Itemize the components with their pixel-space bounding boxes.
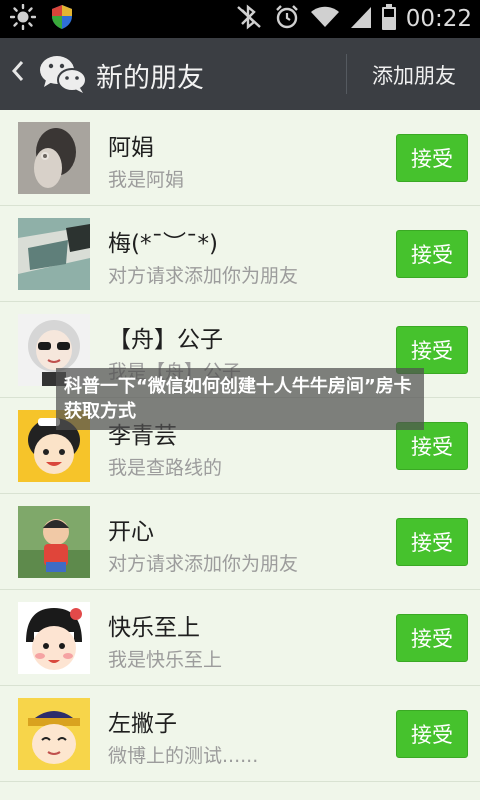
avatar[interactable]: [18, 698, 90, 770]
wechat-logo-icon[interactable]: [38, 54, 88, 98]
friend-name: 开心: [108, 519, 154, 545]
accept-button[interactable]: 接受: [396, 326, 468, 374]
add-friend-button[interactable]: 添加朋友: [372, 60, 456, 90]
friend-name: 阿娟: [108, 135, 154, 161]
friend-message: 对方请求添加你为朋友: [108, 553, 299, 575]
avatar[interactable]: [18, 602, 90, 674]
signal-icon: [350, 5, 372, 33]
avatar[interactable]: [18, 122, 90, 194]
accept-button[interactable]: 接受: [396, 614, 468, 662]
alarm-icon: [274, 4, 300, 34]
friend-name: 快乐至上: [108, 615, 200, 641]
accept-button[interactable]: 接受: [396, 518, 468, 566]
accept-button[interactable]: 接受: [396, 134, 468, 182]
overlay-text: 科普一下“微信如何创建十人牛牛房间”房卡获取方式: [64, 376, 412, 422]
avatar[interactable]: [18, 218, 90, 290]
friend-request-row[interactable]: 快乐至上 我是快乐至上 接受: [0, 590, 480, 686]
accept-button[interactable]: 接受: [396, 230, 468, 278]
page-title: 新的朋友: [96, 63, 204, 94]
back-icon[interactable]: [10, 58, 26, 91]
friend-request-row[interactable]: 梅(*¯︶¯*) 对方请求添加你为朋友 接受: [0, 206, 480, 302]
shield-icon: [50, 4, 74, 34]
friend-name: 【舟】公子: [108, 327, 223, 353]
accept-button[interactable]: 接受: [396, 710, 468, 758]
friend-request-row[interactable]: 阿娟 我是阿娟 接受: [0, 110, 480, 206]
status-bar: 00:22: [0, 0, 480, 38]
wifi-icon: [310, 5, 340, 33]
clock-time: 00:22: [405, 6, 472, 32]
friend-message: 我是快乐至上: [108, 649, 223, 671]
friend-message: 我是查路线的: [108, 457, 223, 479]
friend-message: 微博上的测试......: [108, 745, 259, 767]
article-title-overlay: 科普一下“微信如何创建十人牛牛房间”房卡获取方式: [56, 368, 424, 430]
friend-message: 对方请求添加你为朋友: [108, 265, 299, 287]
friend-name: 梅(*¯︶¯*): [108, 231, 218, 257]
friend-request-row[interactable]: 开心 对方请求添加你为朋友 接受: [0, 494, 480, 590]
battery-icon: [381, 4, 396, 34]
brightness-icon: [9, 3, 37, 34]
bluetooth-off-icon: [234, 4, 264, 34]
friend-message: 我是阿娟: [108, 169, 185, 191]
friend-request-list: 阿娟 我是阿娟 接受 梅(*¯︶¯*) 对方请求添加你为朋友 接受 【舟】公子 …: [0, 110, 480, 782]
title-bar: 新的朋友 添加朋友: [0, 38, 480, 110]
friend-name: 左撇子: [108, 711, 177, 737]
friend-request-row[interactable]: 左撇子 微博上的测试...... 接受: [0, 686, 480, 782]
avatar[interactable]: [18, 506, 90, 578]
title-divider: [346, 54, 347, 94]
